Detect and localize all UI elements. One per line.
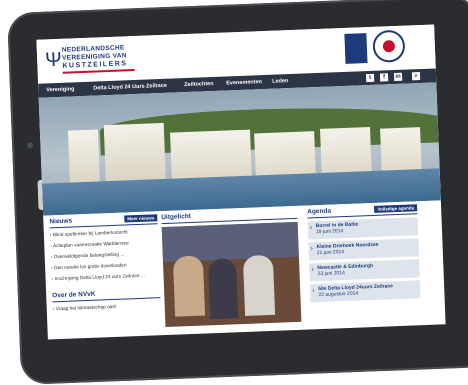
over-item[interactable]: Vraag het lidmaatschap aan! [53,300,161,315]
agenda-item[interactable]: 50e Delta Lloyd 24uurs Zeilrace 22 augus… [309,280,421,303]
nav-item-evenementen[interactable]: Evenementen [226,75,262,90]
nav-item-leden[interactable]: Leden [272,74,289,89]
agenda-title: Agenda Volledige agenda [307,203,418,219]
agenda-item[interactable]: Kleine Driehoek Noordzee 21 juni 2014 [308,238,419,261]
agenda-item[interactable]: Newcastle & Edinburgh 23 juni 2014 [309,259,420,282]
site-logo[interactable]: Ψ NEDERLANDSCHE VEREENIGING VAN KUSTZEIL… [45,42,136,77]
logo-line-3: KUSTZEILERS [62,60,128,70]
news-column: Nieuws Meer nieuws Blind spelbreker bij … [49,213,161,315]
agenda-item[interactable]: Borrel in de Baltic 19 juni 2014 [307,217,419,240]
tablet-screen: Ψ NEDERLANDSCHE VEREENIGING VAN KUSTZEIL… [36,24,446,340]
more-news-button[interactable]: Meer nieuws [124,214,158,223]
club-emblem[interactable] [372,29,406,63]
logo-underline [62,69,135,74]
news-list: Blind spelbreker bij Lambertustocht Acti… [50,226,160,285]
facebook-icon[interactable]: f [379,73,389,82]
agenda-column: Agenda Volledige agenda Borrel in de Bal… [307,203,421,305]
search-icon[interactable]: ⌕ [411,72,421,81]
agenda-list: Borrel in de Baltic 19 juni 2014 Kleine … [307,217,421,303]
sponsor-logo[interactable] [344,33,368,64]
camera-icon [27,142,34,149]
linkedin-icon[interactable]: in [393,72,403,82]
nav-item-zeiltochten[interactable]: Zeiltochten [184,77,214,92]
twitter-icon[interactable]: t [365,73,375,83]
nav-item-vereniging[interactable]: Vereniging [46,82,75,97]
featured-photo[interactable] [161,221,302,328]
hero-image [38,82,441,216]
full-agenda-button[interactable]: Volledige agenda [374,204,418,213]
over-list: Vraag het lidmaatschap aan! [53,300,161,315]
trident-icon: Ψ [44,48,63,72]
